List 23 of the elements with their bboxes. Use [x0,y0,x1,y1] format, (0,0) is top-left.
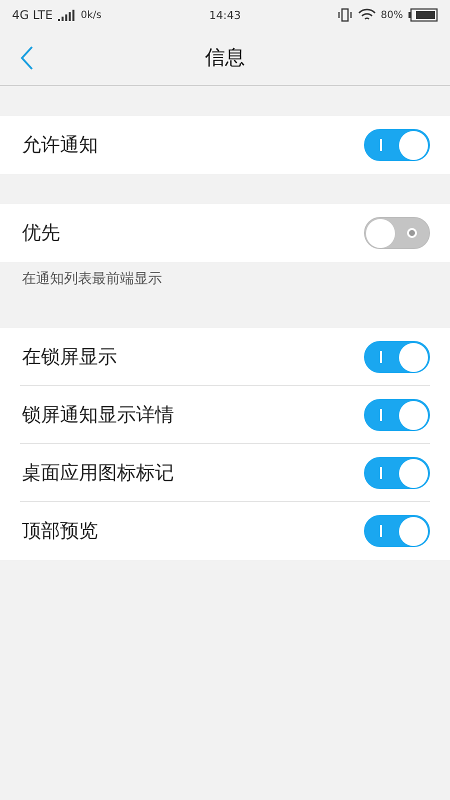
battery-level: 80% [380,10,404,20]
page-title: 信息 [205,44,245,71]
setting-label: 优先 [22,221,61,246]
setting-label: 允许通知 [22,133,99,158]
toggle-switch[interactable] [364,129,430,161]
network-speed: 0k/s [80,10,102,20]
signal-icon [58,9,76,21]
setting-label: 在锁屏显示 [22,345,118,370]
setting-caption: 在通知列表最前端显示 [21,270,163,289]
clock: 14:43 [209,8,241,22]
vibrate-icon [336,8,353,22]
toggle-switch[interactable] [364,217,430,249]
toggle-switch[interactable] [364,457,430,489]
setting-label: 桌面应用图标标记 [22,461,175,486]
wifi-icon [358,8,376,22]
network-type: 4G LTE [12,8,53,22]
battery-icon [408,8,438,22]
toggle-switch[interactable] [364,399,430,431]
setting-label: 顶部预览 [22,519,99,544]
toggle-switch[interactable] [364,515,430,547]
setting-label: 锁屏通知显示详情 [22,403,175,428]
toggle-switch[interactable] [364,341,430,373]
back-icon [20,44,34,70]
